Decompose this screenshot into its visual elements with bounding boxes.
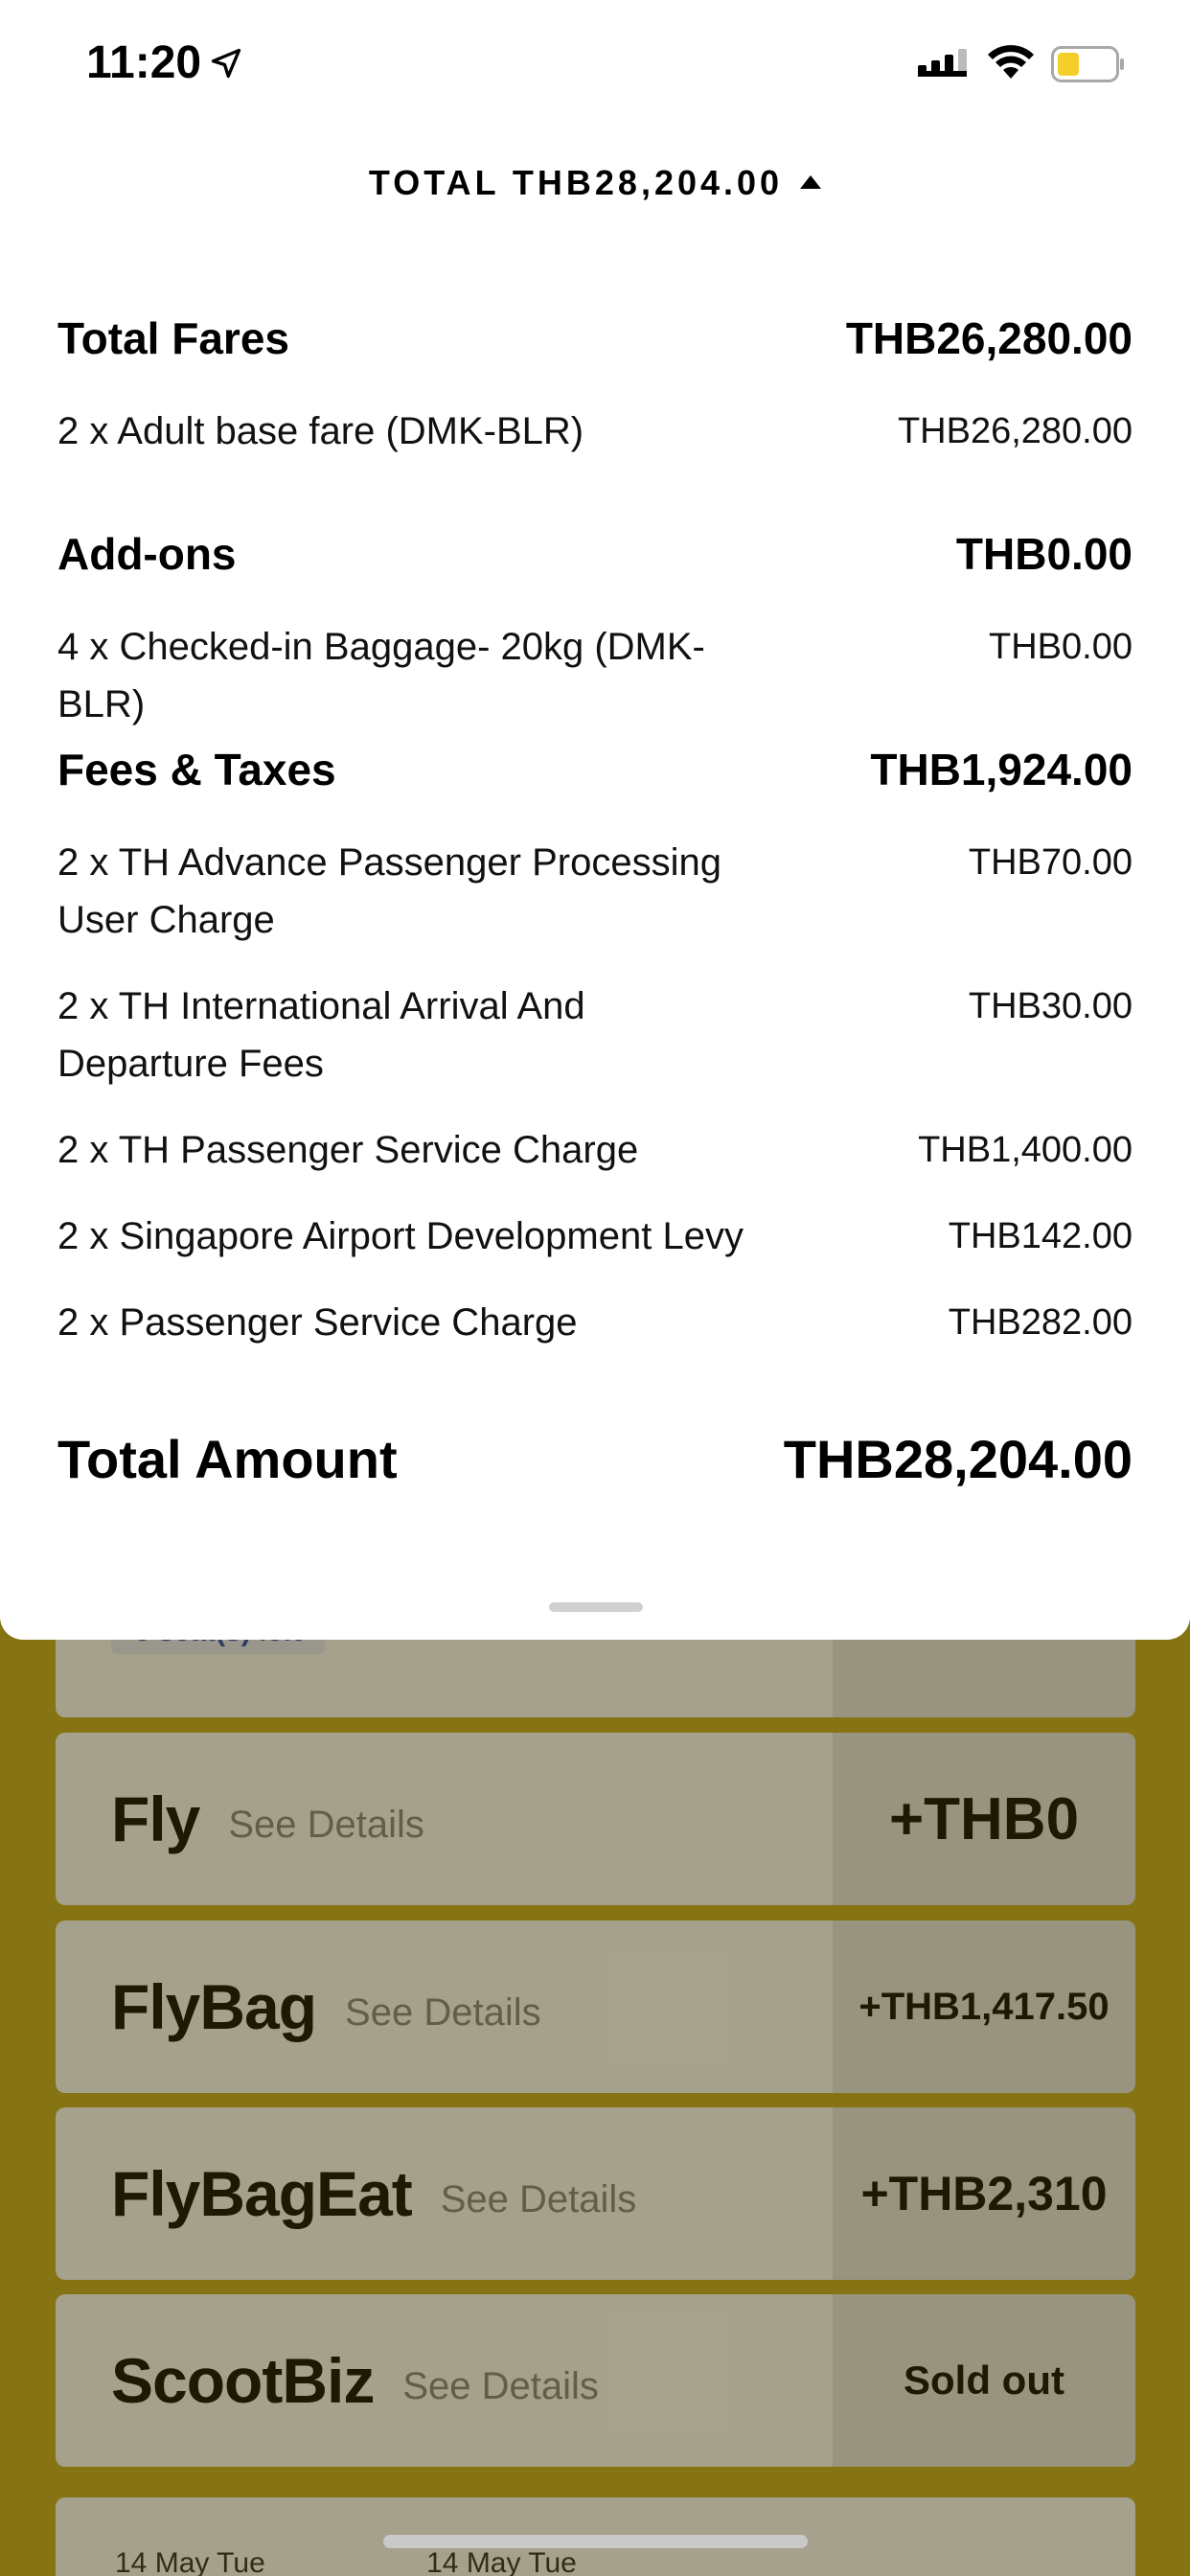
line-item-label: 2 x Passenger Service Charge (57, 1301, 578, 1344)
line-item: 2 x Singapore Airport Development Levy T… (57, 1208, 1133, 1265)
section-header-total-fares: Total Fares THB26,280.00 (57, 312, 1133, 364)
section-amount: THB1,924.00 (870, 745, 1133, 794)
total-summary-label: TOTAL THB28,204.00 (368, 163, 784, 202)
status-time: 11:20 (86, 37, 202, 88)
total-summary-toggle[interactable]: TOTAL THB28,204.00 (0, 163, 1190, 203)
line-item-label: 2 x TH Advance Passenger Processing User… (57, 841, 721, 941)
line-item-amount: THB142.00 (948, 1216, 1133, 1256)
line-item: 2 x Passenger Service Charge THB282.00 (57, 1294, 1133, 1351)
section-amount: THB26,280.00 (845, 313, 1133, 363)
battery-icon (1051, 46, 1124, 82)
line-item-amount: THB70.00 (968, 842, 1133, 883)
line-item: 2 x TH Advance Passenger Processing User… (57, 834, 1133, 949)
line-item: 2 x TH International Arrival And Departu… (57, 978, 1133, 1092)
wifi-icon (988, 45, 1034, 79)
section-title: Total Fares (57, 313, 289, 363)
line-item-label: 2 x Adult base fare (DMK-BLR) (57, 410, 584, 452)
section-title: Add-ons (57, 529, 237, 579)
line-item-label: 4 x Checked-in Baggage- 20kg (DMK-BLR) (57, 626, 705, 725)
section-header-add-ons: Add-ons THB0.00 (57, 528, 1133, 580)
section-header-fees-taxes: Fees & Taxes THB1,924.00 (57, 744, 1133, 795)
status-bar: 11:20 (0, 0, 1190, 128)
line-item-label: 2 x Singapore Airport Development Levy (57, 1215, 744, 1257)
sheet-drag-handle[interactable] (549, 1602, 643, 1612)
line-item-amount: THB282.00 (948, 1302, 1133, 1343)
total-amount-label: Total Amount (57, 1429, 398, 1489)
caret-up-icon (800, 175, 822, 189)
location-arrow-icon (211, 48, 241, 79)
home-indicator[interactable] (383, 2535, 808, 2548)
line-item: 2 x TH Passenger Service Charge THB1,400… (57, 1121, 1133, 1179)
line-item: 4 x Checked-in Baggage- 20kg (DMK-BLR) T… (57, 618, 1133, 733)
line-item-amount: THB26,280.00 (897, 411, 1133, 451)
line-item-amount: THB0.00 (989, 627, 1133, 667)
line-item-label: 2 x TH Passenger Service Charge (57, 1129, 639, 1171)
total-amount-row: Total Amount THB28,204.00 (57, 1428, 1133, 1490)
line-item: 2 x Adult base fare (DMK-BLR) THB26,280.… (57, 402, 1133, 460)
cellular-signal-icon (918, 49, 967, 77)
line-item-amount: THB30.00 (968, 986, 1133, 1026)
price-breakdown-sheet: 11:20 TOTAL THB28,204.00 Total Fares THB… (0, 0, 1190, 1640)
line-item-amount: THB1,400.00 (918, 1130, 1133, 1170)
total-amount-value: THB28,204.00 (783, 1429, 1133, 1489)
line-item-label: 2 x TH International Arrival And Departu… (57, 985, 585, 1085)
section-title: Fees & Taxes (57, 745, 336, 794)
section-amount: THB0.00 (955, 529, 1133, 579)
